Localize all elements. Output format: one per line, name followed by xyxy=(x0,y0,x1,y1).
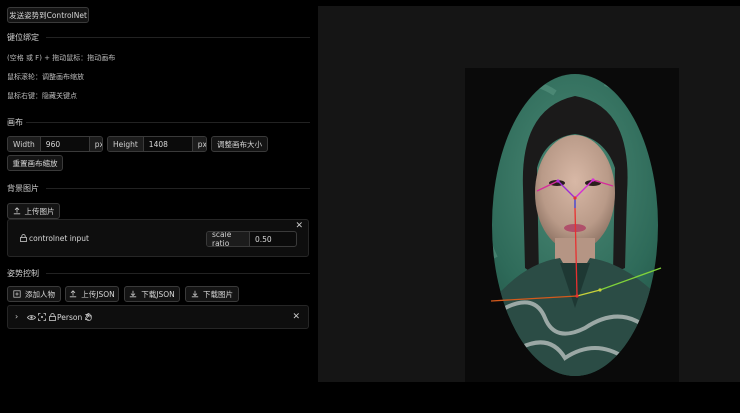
scale-ratio-field[interactable]: scale ratio xyxy=(206,231,297,247)
add-person-button[interactable]: 添加人物 xyxy=(7,286,61,302)
lock-icon[interactable] xyxy=(49,313,56,321)
width-field[interactable]: Width px xyxy=(7,136,103,152)
canvas-heading: 画布 xyxy=(7,118,23,127)
canvas-area[interactable] xyxy=(318,0,740,413)
download-image-label: 下载图片 xyxy=(203,289,233,299)
keybind-line-1: (空格 或 F) + 拖动鼠标：拖动画布 xyxy=(7,54,116,62)
resize-canvas-button[interactable]: 调整画布大小 xyxy=(211,136,268,152)
close-icon[interactable]: ✕ xyxy=(295,221,303,231)
upload-json-button[interactable]: 上传JSON xyxy=(65,286,119,302)
scale-ratio-label: scale ratio xyxy=(207,232,250,246)
eye-icon[interactable] xyxy=(27,314,36,321)
download-icon xyxy=(191,290,199,298)
reset-zoom-button[interactable]: 重置画布缩放 xyxy=(7,155,63,171)
download-json-label: 下载JSON xyxy=(141,289,175,299)
close-icon[interactable]: ✕ xyxy=(292,312,300,322)
scale-ratio-input[interactable] xyxy=(250,232,296,246)
upload-image-button[interactable]: 上传图片 xyxy=(7,203,60,219)
chevron-right-icon[interactable]: › xyxy=(15,312,18,321)
divider xyxy=(26,122,310,123)
pose-canvas[interactable] xyxy=(465,68,679,382)
height-input[interactable] xyxy=(143,137,192,151)
upload-json-label: 上传JSON xyxy=(81,289,115,299)
focus-icon[interactable] xyxy=(38,313,46,321)
width-label: Width xyxy=(8,137,41,151)
lock-icon[interactable] xyxy=(20,234,27,242)
width-unit: px xyxy=(88,137,102,151)
divider xyxy=(46,188,310,189)
download-icon xyxy=(130,290,137,298)
add-person-label: 添加人物 xyxy=(25,289,55,299)
upload-image-label: 上传图片 xyxy=(24,206,55,216)
reset-zoom-label: 重置画布缩放 xyxy=(12,158,58,168)
upload-icon xyxy=(13,207,20,215)
keybind-line-2: 鼠标滚轮：调整画布缩放 xyxy=(7,73,84,81)
divider xyxy=(46,37,310,38)
send-to-controlnet-label: 发送姿势到ControlNet xyxy=(9,10,87,20)
keybind-line-3: 鼠标右键：隐藏关键点 xyxy=(7,92,77,100)
download-json-button[interactable]: 下载JSON xyxy=(124,286,180,302)
control-panel: 发送姿势到ControlNet 键位绑定 (空格 或 F) + 拖动鼠标：拖动画… xyxy=(0,0,318,413)
controlnet-input-panel: controlnet input scale ratio ✕ xyxy=(7,219,309,257)
controlnet-input-label: controlnet input xyxy=(29,234,89,243)
download-image-button[interactable]: 下载图片 xyxy=(185,286,239,302)
upload-icon xyxy=(70,290,77,298)
keybind-heading: 键位绑定 xyxy=(7,33,39,42)
hand-icon[interactable] xyxy=(85,313,92,321)
height-unit: px xyxy=(191,137,206,151)
height-label: Height xyxy=(108,137,144,151)
resize-canvas-label: 调整画布大小 xyxy=(217,139,262,149)
width-input[interactable] xyxy=(40,137,89,151)
send-to-controlnet-button[interactable]: 发送姿势到ControlNet xyxy=(7,7,89,23)
pose-heading: 姿势控制 xyxy=(7,269,39,278)
background-heading: 背景图片 xyxy=(7,184,39,193)
person-list-item[interactable]: › Person 2 ✕ xyxy=(7,305,309,329)
add-square-icon xyxy=(13,290,21,298)
height-field[interactable]: Height px xyxy=(107,136,207,152)
divider xyxy=(46,273,310,274)
